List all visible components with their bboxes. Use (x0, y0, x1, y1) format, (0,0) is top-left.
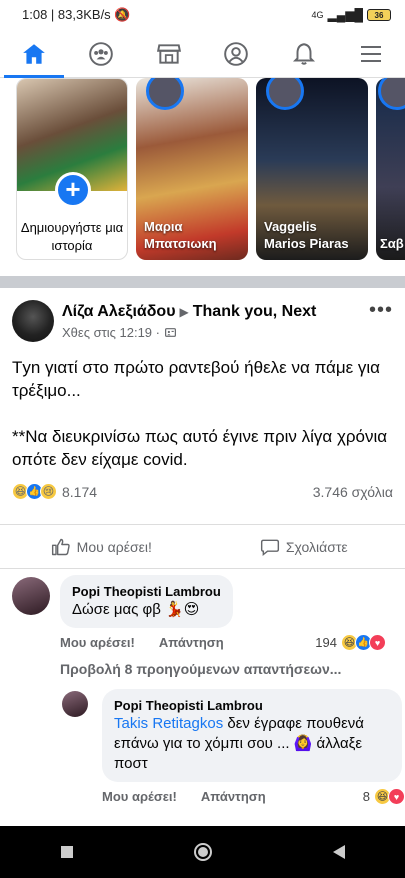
story-avatar (378, 78, 405, 110)
group-name[interactable]: Thank you, Next (193, 303, 317, 320)
post-title: Λίζα Αλεξιάδου ▶ Thank you, Next (62, 302, 369, 322)
status-speed: 83,3KB/s (57, 7, 111, 22)
like-button[interactable]: Μου αρέσει! (0, 525, 203, 568)
home-button-icon[interactable] (193, 842, 213, 862)
mute-icon: 🔕 (114, 7, 131, 22)
reply-bubble[interactable]: Popi Theopisti Lambrou Takis Retitagkos … (102, 689, 402, 782)
post-actions: Μου αρέσει! Σχολιάστε (0, 524, 405, 568)
groups-icon (89, 41, 114, 66)
system-nav-bar (0, 826, 405, 878)
view-previous-replies[interactable]: Προβολή 8 προηγούμενων απαντήσεων... (0, 657, 405, 685)
story-avatar (146, 78, 184, 110)
reactions-count: 8.174 (62, 483, 98, 500)
marketplace-icon (156, 43, 181, 64)
love-icon: ♥ (388, 788, 405, 805)
post-stats: 😆 👍 😢 8.174 3.746 σχόλια (12, 483, 393, 500)
reply: Popi Theopisti Lambrou Takis Retitagkos … (0, 685, 405, 809)
reactions-summary[interactable]: 😆 👍 😢 8.174 (12, 483, 97, 500)
signal-icon: ▂▄▆█ (327, 8, 363, 22)
comment-bubble[interactable]: Popi Theopisti Lambrou Δώσε μας φβ 💃😍 (60, 575, 233, 628)
comment-text: Δώσε μας φβ 💃😍 (72, 601, 200, 618)
comments-count[interactable]: 3.746 σχόλια (313, 484, 393, 500)
comment-label: Σχολιάστε (285, 538, 348, 555)
commenter-name[interactable]: Popi Theopisti Lambrou (72, 583, 221, 600)
comment-reply-button[interactable]: Απάντηση (159, 635, 224, 650)
post-header: Λίζα Αλεξιάδου ▶ Thank you, Next Χθες στις… (0, 288, 405, 348)
stories-strip: + Δημιουργήστε μια ιστορία Μαρια Μπατσιω… (0, 78, 405, 274)
comment-body: Popi Theopisti Lambrou Δώσε μας φβ 💃😍 Μο… (60, 575, 386, 651)
reply-actions: Μου αρέσει! Απάντηση 8 😆 ♥ (102, 788, 405, 805)
nav-marketplace-tab[interactable] (135, 30, 203, 77)
reply-reaction-count: 8 (362, 789, 370, 804)
arrow-right-icon: ▶ (179, 305, 189, 319)
nav-home-tab[interactable] (0, 30, 68, 78)
status-left: 1:08 | 83,3KB/s 🔕 (22, 7, 131, 22)
group-privacy-icon (165, 328, 176, 337)
post-body: Τyn γιατί στο πρώτο ραντεβού ήθελε να πά… (0, 348, 405, 471)
back-icon[interactable] (332, 844, 346, 860)
comment: Popi Theopisti Lambrou Δώσε μας φβ 💃😍 Μο… (0, 569, 405, 657)
post-head-text: Λίζα Αλεξιάδου ▶ Thank you, Next Χθες στις… (62, 300, 369, 348)
comment-actions: Μου αρέσει! Απάντηση 194 😆 👍 ♥ (60, 634, 386, 651)
top-nav (0, 30, 405, 78)
comments-section: Popi Theopisti Lambrou Δώσε μας φβ 💃😍 Μο… (0, 568, 405, 809)
story-card[interactable]: Σαβ Φρα (376, 78, 405, 260)
reply-body: Popi Theopisti Lambrou Takis Retitagkos … (102, 689, 405, 805)
post-time[interactable]: Χθες στις 12:19 · (62, 325, 160, 340)
story-name: Σαβ Φρα (380, 236, 405, 251)
nav-groups-tab[interactable] (68, 30, 136, 77)
comment-icon (260, 539, 279, 556)
commenter-avatar[interactable] (12, 577, 50, 615)
create-story-card[interactable]: + Δημιουργήστε μια ιστορία (16, 78, 128, 260)
feed-post: Λίζα Αλεξιάδου ▶ Thank you, Next Χθες στις… (0, 288, 405, 556)
status-bar: 1:08 | 83,3KB/s 🔕 4G ▂▄▆█ 36 (0, 0, 405, 30)
mention-link[interactable]: Takis Retitagkos (114, 715, 223, 732)
author-name[interactable]: Λίζα Αλεξιάδου (62, 303, 176, 320)
story-name: Μαρια Μπατσιωκη (144, 219, 217, 251)
replier-avatar[interactable] (62, 691, 88, 717)
replier-name[interactable]: Popi Theopisti Lambrou (114, 697, 390, 714)
comment-reaction-count: 194 (315, 635, 337, 650)
bell-icon (292, 42, 315, 65)
more-options-icon[interactable]: ••• (369, 300, 393, 348)
home-icon (22, 43, 45, 64)
story-avatar (266, 78, 304, 110)
thumbs-up-icon (51, 538, 70, 555)
status-time: 1:08 (22, 7, 48, 22)
nav-profile-tab[interactable] (203, 30, 271, 77)
comment-reactions[interactable]: 194 😆 👍 ♥ (315, 634, 386, 651)
create-story-label: Δημιουργήστε μια ιστορία (20, 220, 124, 253)
post-paragraph: Τyn γιατί στο πρώτο ραντεβού ήθελε να πά… (12, 358, 381, 400)
post-paragraph: **Να διευκρινίσω πως αυτό έγινε πριν λίγ… (12, 427, 388, 469)
profile-icon (224, 41, 249, 66)
menu-icon (361, 45, 382, 62)
reply-reply-button[interactable]: Απάντηση (201, 789, 266, 804)
like-label: Μου αρέσει! (76, 538, 152, 555)
comment-button[interactable]: Σχολιάστε (203, 525, 405, 568)
love-icon: ♥ (369, 634, 386, 651)
story-name: Vaggelis Marios Piaras (264, 219, 349, 251)
plus-icon[interactable]: + (55, 172, 91, 208)
nav-notifications-tab[interactable] (270, 30, 338, 77)
author-avatar[interactable] (12, 300, 54, 342)
reply-like-button[interactable]: Μου αρέσει! (102, 789, 177, 804)
nav-menu-tab[interactable] (338, 30, 405, 77)
battery-icon: 36 (367, 9, 391, 21)
network-label: 4G (311, 10, 324, 20)
reply-text: Takis Retitagkos δεν έγραφε πουθενά επάν… (114, 714, 390, 774)
story-card[interactable]: Vaggelis Marios Piaras (256, 78, 368, 260)
story-card[interactable]: Μαρια Μπατσιωκη (136, 78, 248, 260)
status-right: 4G ▂▄▆█ 36 (312, 8, 391, 22)
feed-divider (0, 276, 405, 288)
post-meta: Χθες στις 12:19 · (62, 325, 369, 340)
recent-apps-icon[interactable] (60, 845, 74, 859)
comment-like-button[interactable]: Μου αρέσει! (60, 635, 135, 650)
reply-reactions[interactable]: 8 😆 ♥ (362, 788, 405, 805)
sad-icon: 😢 (40, 483, 57, 500)
